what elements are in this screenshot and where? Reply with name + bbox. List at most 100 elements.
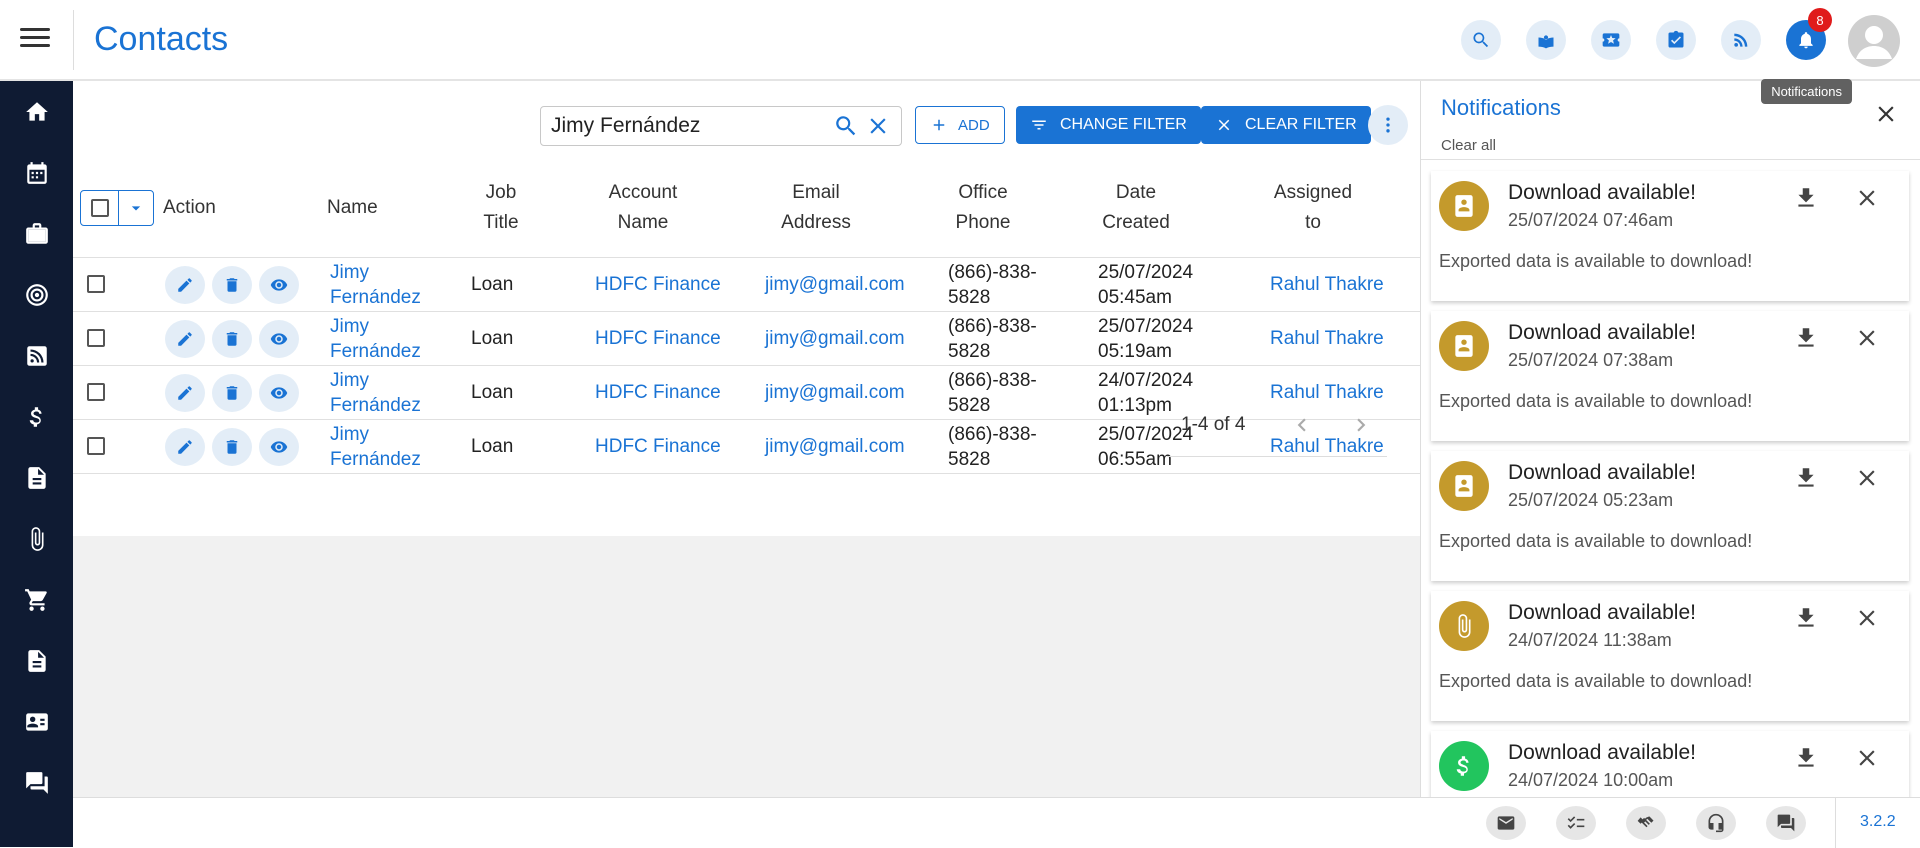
more-options-icon[interactable] [1368, 105, 1408, 145]
close-icon[interactable] [1873, 101, 1899, 127]
clear-search-icon[interactable] [865, 113, 891, 139]
assigned-to-link[interactable]: Rahul Thakre [1270, 272, 1384, 297]
delete-icon[interactable] [212, 266, 252, 304]
dismiss-icon[interactable] [1854, 325, 1880, 351]
column-header-account-name[interactable]: Account Name [593, 178, 693, 238]
table-row: Jimy Fernández Loan HDFC Finance jimy@gma… [73, 312, 1420, 366]
clear-all-link[interactable]: Clear all [1441, 137, 1496, 154]
sidebar-item-targets[interactable] [0, 264, 73, 325]
notification-date: 24/07/2024 11:38am [1508, 630, 1672, 650]
date-created-cell: 25/07/2024 05:45am [1098, 262, 1194, 308]
assigned-to-link[interactable]: Rahul Thakre [1270, 326, 1384, 351]
contact-book-icon [1439, 461, 1489, 511]
notification-title: Download available! [1508, 461, 1696, 484]
tasks-icon[interactable] [1656, 20, 1696, 60]
contact-book-icon [1439, 321, 1489, 371]
download-icon[interactable] [1793, 325, 1819, 351]
select-all-control[interactable] [80, 190, 154, 226]
column-header-assigned-to[interactable]: Assigned to [1263, 178, 1363, 238]
notification-date: 25/07/2024 07:38am [1508, 350, 1674, 370]
sidebar-item-orders[interactable] [0, 569, 73, 630]
add-button-label: ADD [958, 116, 990, 134]
search-input[interactable] [551, 114, 827, 138]
sidebar-item-feed[interactable] [0, 325, 73, 386]
contacts-table: Action Name Job Title Account Name Email Ad… [73, 158, 1420, 536]
sidebar-item-attachments[interactable] [0, 508, 73, 569]
chevron-left-icon[interactable] [1289, 412, 1315, 438]
view-icon[interactable] [259, 266, 299, 304]
sidebar-item-chat[interactable] [0, 752, 73, 813]
home-icon [25, 101, 48, 121]
sidebar-item-documents[interactable] [0, 447, 73, 508]
sidebar-item-quotes[interactable] [0, 630, 73, 691]
notification-message: Exported data is available to download! [1439, 251, 1753, 271]
phone-cell: (866)-838- 5828 [948, 262, 1037, 308]
date-created-cell: 25/07/2024 05:19am [1098, 316, 1194, 362]
download-icon[interactable] [1793, 745, 1819, 771]
job-title-cell: Loan [471, 328, 514, 349]
dismiss-icon[interactable] [1854, 745, 1880, 771]
view-icon[interactable] [259, 320, 299, 358]
clear-filter-button[interactable]: CLEAR FILTER [1201, 106, 1371, 144]
sidebar-item-home[interactable] [0, 81, 73, 142]
contact-name-link[interactable]: Jimy Fernández [330, 314, 421, 364]
ticket-icon[interactable] [1591, 20, 1631, 60]
sidebar-item-finance[interactable] [0, 386, 73, 447]
chevron-right-icon[interactable] [1348, 412, 1374, 438]
change-filter-button[interactable]: CHANGE FILTER [1016, 106, 1201, 144]
notification-card: Download available! 24/07/2024 10:00am [1431, 731, 1909, 797]
select-all-checkbox[interactable] [81, 191, 119, 225]
row-checkbox[interactable] [87, 275, 105, 293]
download-icon[interactable] [1793, 465, 1819, 491]
chevron-down-icon[interactable] [119, 191, 153, 225]
avatar[interactable] [1848, 15, 1900, 67]
pagination-divider [1167, 456, 1387, 457]
column-header-date-created[interactable]: Date Created [1091, 178, 1181, 238]
notification-card: Download available! 25/07/2024 07:46am E… [1431, 171, 1909, 301]
dismiss-icon[interactable] [1854, 185, 1880, 211]
notification-date: 25/07/2024 07:46am [1508, 210, 1674, 230]
email-link[interactable]: jimy@gmail.com [765, 272, 905, 297]
version-label[interactable]: 3.2.2 [1860, 813, 1896, 831]
sidebar-item-contacts[interactable] [0, 691, 73, 752]
mail-icon[interactable] [1486, 806, 1526, 840]
target-icon [25, 283, 48, 306]
add-button[interactable]: ADD [915, 106, 1005, 144]
notifications-bell-icon[interactable]: 8 [1786, 8, 1832, 60]
knowledge-icon[interactable] [1526, 20, 1566, 60]
search-icon[interactable] [833, 113, 859, 139]
edit-icon[interactable] [165, 320, 205, 358]
notification-title: Download available! [1508, 601, 1696, 624]
row-checkbox[interactable] [87, 329, 105, 347]
column-header-email[interactable]: Email Address [771, 178, 861, 238]
delete-icon[interactable] [212, 320, 252, 358]
feed-icon[interactable] [1721, 20, 1761, 60]
dismiss-icon[interactable] [1854, 465, 1880, 491]
table-header: Action Name Job Title Account Name Email Ad… [73, 158, 1420, 258]
cart-icon [24, 588, 47, 611]
notifications-title: Notifications [1441, 95, 1561, 120]
email-link[interactable]: jimy@gmail.com [765, 326, 905, 351]
handshake-icon[interactable] [1626, 806, 1666, 840]
search-icon[interactable] [1461, 20, 1501, 60]
column-header-job-title[interactable]: Job Title [471, 178, 531, 238]
sidebar-item-deals[interactable] [0, 203, 73, 264]
download-icon[interactable] [1793, 185, 1819, 211]
edit-icon[interactable] [165, 266, 205, 304]
account-name-link[interactable]: HDFC Finance [595, 272, 721, 297]
close-icon [1218, 119, 1230, 131]
download-icon[interactable] [1793, 605, 1819, 631]
headset-icon[interactable] [1696, 806, 1736, 840]
account-name-link[interactable]: HDFC Finance [595, 326, 721, 351]
column-header-name[interactable]: Name [327, 193, 378, 223]
attachment-icon [1439, 601, 1489, 651]
checklist-icon[interactable] [1556, 806, 1596, 840]
chat-icon[interactable] [1766, 806, 1806, 840]
column-header-phone[interactable]: Office Phone [943, 178, 1023, 238]
contact-name-link[interactable]: Jimy Fernández [330, 260, 421, 310]
panel-divider [1421, 159, 1920, 160]
sidebar-item-calendar[interactable] [0, 142, 73, 203]
search-field[interactable] [540, 106, 902, 146]
dismiss-icon[interactable] [1854, 605, 1880, 631]
menu-icon[interactable] [20, 28, 50, 52]
